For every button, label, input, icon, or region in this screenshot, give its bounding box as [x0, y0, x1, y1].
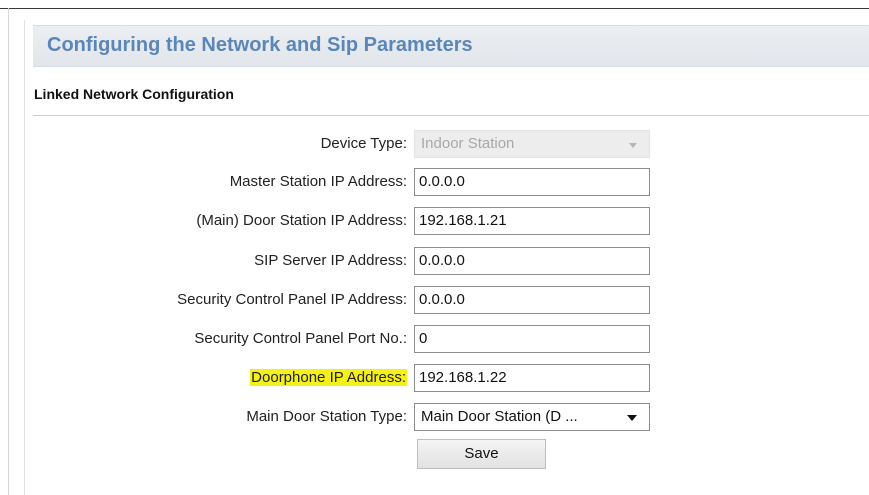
doorphone-ip-label-highlight: Doorphone IP Address: — [250, 369, 407, 386]
doorphone-ip-input[interactable]: 192.168.1.22 — [414, 364, 650, 392]
window-left-border — [8, 8, 9, 495]
main-door-station-type-label: Main Door Station Type: — [246, 408, 407, 425]
section-title: Linked Network Configuration — [34, 86, 234, 102]
save-button[interactable]: Save — [417, 439, 546, 469]
sip-server-ip-label: SIP Server IP Address: — [254, 252, 407, 269]
chevron-down-icon — [629, 143, 637, 148]
device-type-value: Indoor Station — [421, 135, 515, 152]
main-door-station-type-select[interactable]: Main Door Station (D ... — [414, 403, 650, 431]
master-station-ip-label: Master Station IP Address: — [229, 173, 407, 190]
security-panel-ip-label: Security Control Panel IP Address: — [177, 291, 407, 308]
chevron-down-icon[interactable] — [627, 415, 637, 421]
device-type-select: Indoor Station — [414, 130, 650, 158]
main-door-station-type-value: Main Door Station (D ... — [421, 408, 578, 425]
main-door-station-ip-label: (Main) Door Station IP Address: — [196, 212, 407, 229]
main-door-station-ip-input[interactable]: 192.168.1.21 — [414, 207, 650, 235]
security-panel-port-label: Security Control Panel Port No.: — [194, 330, 407, 347]
sip-server-ip-input[interactable]: 0.0.0.0 — [414, 247, 650, 275]
master-station-ip-input[interactable]: 0.0.0.0 — [414, 168, 650, 196]
section-divider — [33, 115, 869, 116]
window-top-border — [0, 8, 869, 9]
doorphone-ip-label: Doorphone IP Address: — [250, 368, 407, 388]
panel-left-border — [24, 20, 25, 495]
security-panel-ip-input[interactable]: 0.0.0.0 — [414, 286, 650, 314]
page-header: Configuring the Network and Sip Paramete… — [33, 25, 869, 67]
security-panel-port-input[interactable]: 0 — [414, 325, 650, 353]
page-title: Configuring the Network and Sip Paramete… — [47, 34, 473, 56]
device-type-label: Device Type: — [320, 135, 407, 152]
